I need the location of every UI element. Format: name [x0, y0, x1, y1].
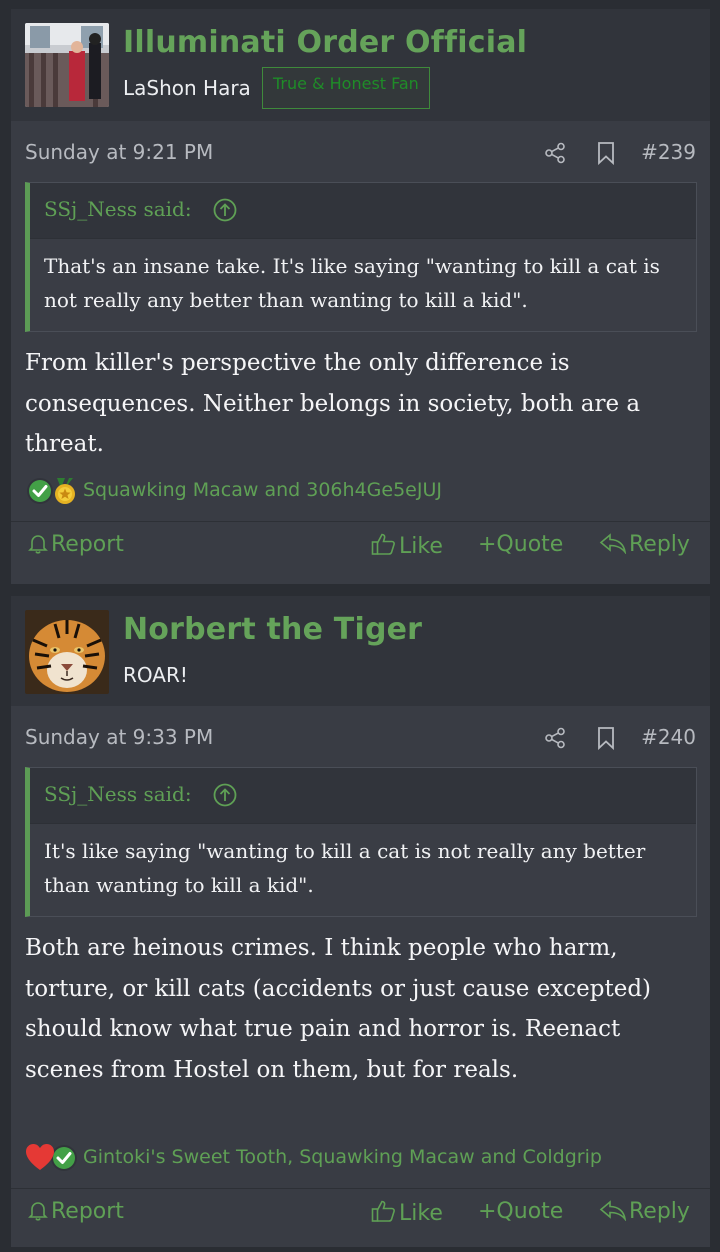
post-meta: Sunday at 9:21 PM #239 [11, 132, 710, 172]
check-reaction-icon [51, 1145, 77, 1171]
post-date[interactable]: Sunday at 9:21 PM [25, 140, 213, 164]
post-message: Both are heinous crimes. I think people … [25, 935, 652, 1083]
post-actions: Report Like +Quote Reply [11, 521, 710, 573]
medal-reaction-icon [55, 478, 75, 504]
post-date[interactable]: Sunday at 9:33 PM [25, 725, 213, 749]
thumbs-up-icon [371, 1200, 395, 1222]
like-label: Like [399, 1201, 443, 1226]
reply-label: Reply [629, 532, 690, 557]
check-reaction-icon [27, 478, 53, 504]
quote-block: SSj_Ness said: It's like saying "wanting… [25, 767, 697, 917]
heart-reaction-icon [26, 1144, 54, 1170]
quote-author[interactable]: SSj_Ness said: [44, 197, 192, 221]
reaction-icons[interactable] [25, 474, 81, 512]
reply-icon [599, 533, 627, 555]
report-label: Report [51, 532, 124, 557]
share-icon[interactable] [544, 727, 566, 753]
like-button[interactable]: Like [371, 1199, 443, 1226]
quote-text: That's an insane take. It's like saying … [30, 239, 696, 331]
reactions-bar: Gintoki's Sweet Tooth, Squawking Macaw a… [25, 1141, 697, 1175]
reaction-icons[interactable] [25, 1141, 81, 1179]
post-user-header: Norbert the Tiger ROAR! [11, 596, 710, 706]
reaction-users[interactable]: Gintoki's Sweet Tooth, Squawking Macaw a… [83, 1146, 602, 1168]
quote-button[interactable]: +Quote [478, 532, 563, 557]
username[interactable]: Norbert the Tiger [123, 612, 422, 647]
reply-button[interactable]: Reply [599, 1199, 690, 1224]
quote-text: It's like saying "wanting to kill a cat … [30, 824, 696, 916]
report-button[interactable]: Report [27, 532, 124, 557]
user-title: ROAR! [123, 663, 188, 687]
quote-author[interactable]: SSj_Ness said: [44, 782, 192, 806]
thumbs-up-icon [371, 533, 395, 555]
post-number[interactable]: #239 [641, 140, 696, 164]
bookmark-icon[interactable] [597, 726, 615, 754]
go-to-quote-icon[interactable] [213, 783, 237, 811]
post-user-header: Illuminati Order Official LaShon Hara Tr… [11, 9, 710, 121]
like-button[interactable]: Like [371, 532, 443, 559]
like-label: Like [399, 534, 443, 559]
reactions-bar: Squawking Macaw and 306h4Ge5eJUJ [25, 474, 697, 508]
post-meta: Sunday at 9:33 PM #240 [11, 717, 710, 757]
avatar[interactable] [25, 610, 109, 694]
reply-icon [599, 1200, 627, 1222]
go-to-quote-icon[interactable] [213, 198, 237, 226]
post-240: Norbert the Tiger ROAR! Sunday at 9:33 P… [11, 595, 710, 1247]
reaction-users[interactable]: Squawking Macaw and 306h4Ge5eJUJ [83, 479, 442, 501]
share-icon[interactable] [544, 142, 566, 168]
quote-header: SSj_Ness said: [30, 183, 696, 239]
reply-button[interactable]: Reply [599, 532, 690, 557]
username[interactable]: Illuminati Order Official [123, 25, 527, 60]
bookmark-icon[interactable] [597, 141, 615, 169]
quote-header: SSj_Ness said: [30, 768, 696, 824]
post-actions: Report Like +Quote Reply [11, 1188, 710, 1240]
quote-button[interactable]: +Quote [478, 1199, 563, 1224]
bell-icon [28, 535, 48, 554]
report-label: Report [51, 1199, 124, 1224]
user-banner: True & Honest Fan [262, 67, 430, 109]
post-number[interactable]: #240 [641, 725, 696, 749]
user-title: LaShon Hara [123, 76, 251, 100]
quote-block: SSj_Ness said: That's an insane take. It… [25, 182, 697, 332]
bell-icon [28, 1202, 48, 1221]
reply-label: Reply [629, 1199, 690, 1224]
avatar[interactable] [25, 23, 109, 107]
post-message: From killer's perspective the only diffe… [25, 350, 641, 457]
report-button[interactable]: Report [27, 1199, 124, 1224]
post-239: Illuminati Order Official LaShon Hara Tr… [11, 8, 710, 584]
